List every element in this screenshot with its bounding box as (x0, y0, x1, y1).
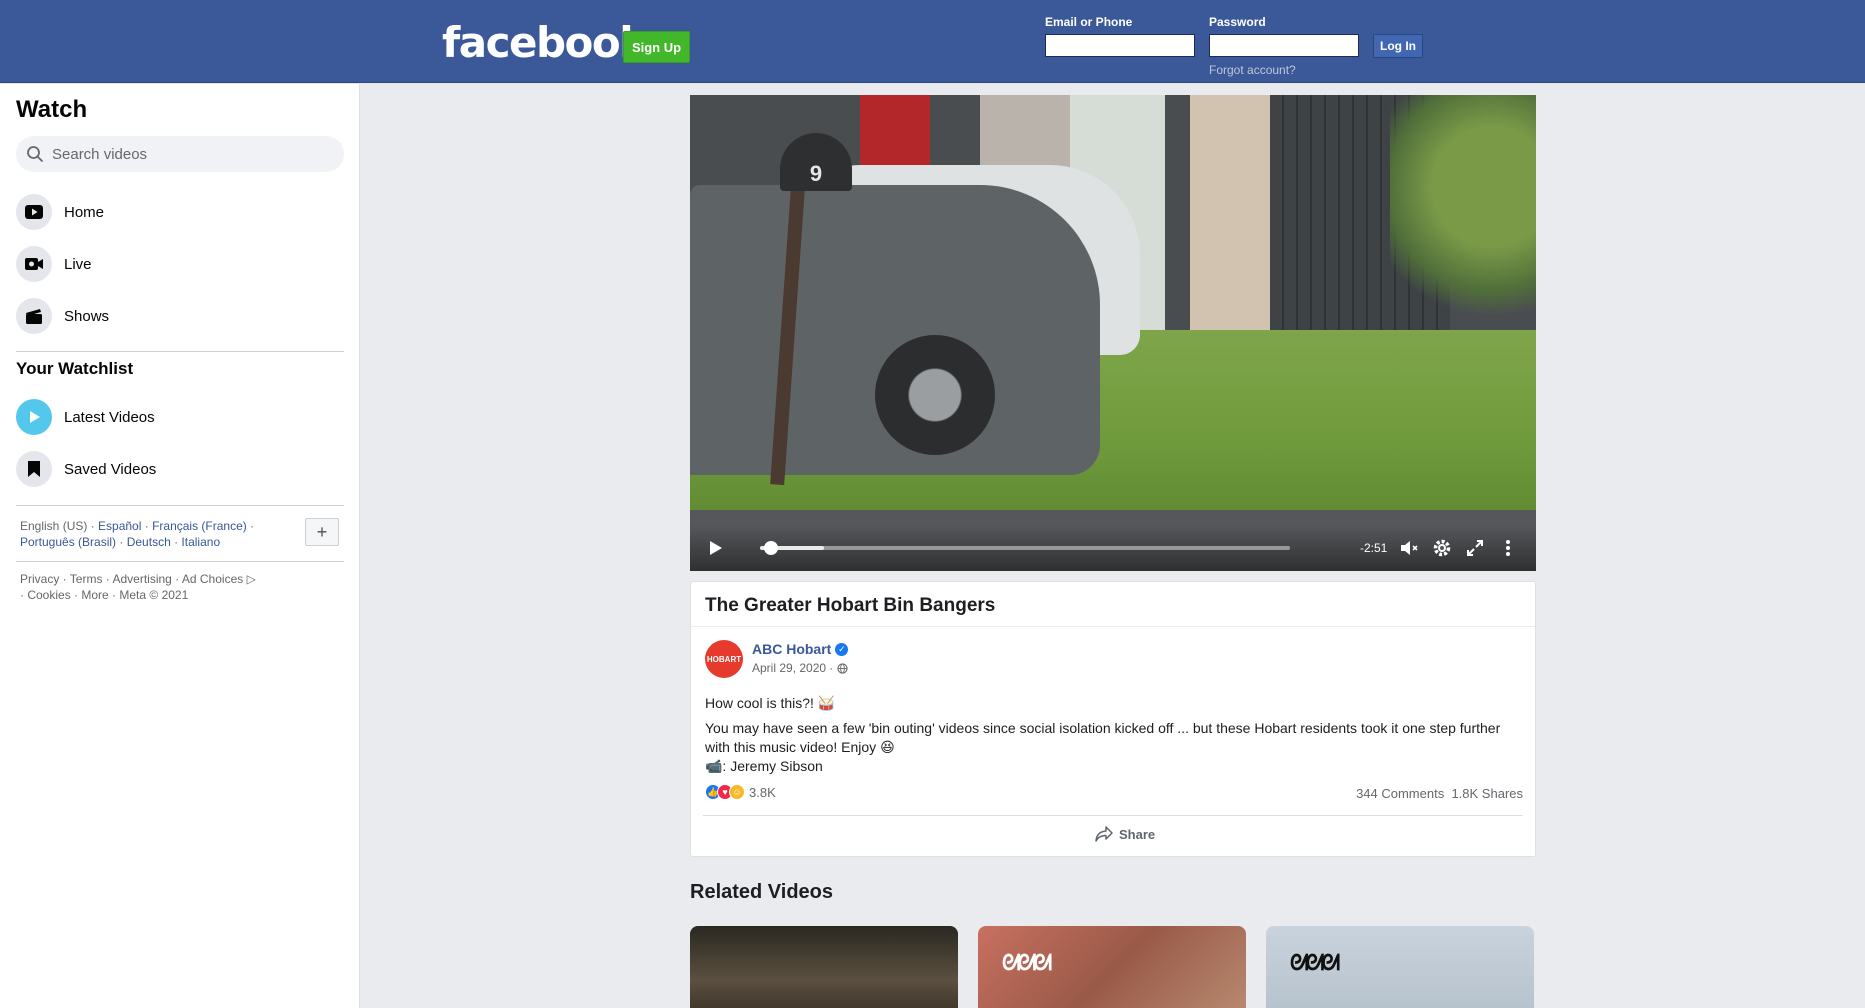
video-seek-bar[interactable] (760, 541, 1290, 555)
language-list: English (US) · Español · Français (Franc… (20, 519, 255, 549)
shares-count[interactable]: 1.8K Shares (1451, 786, 1523, 801)
post-text-line: How cool is this?! 🥁 (705, 695, 836, 711)
reaction-count: 3.8K (749, 784, 776, 800)
sidebar-title: Watch (16, 96, 88, 123)
sign-up-button[interactable]: Sign Up (623, 31, 690, 63)
sidebar-item-saved-videos[interactable]: Saved Videos (16, 447, 344, 491)
video-player[interactable]: 9 -2:51 (690, 95, 1536, 571)
video-post-card: The Greater Hobart Bin Bangers HOBART AB… (690, 581, 1536, 857)
abc-logo-icon: ᘛᘛᘛ (1002, 950, 1052, 975)
email-field[interactable] (1045, 34, 1195, 57)
more-languages-button[interactable]: + (305, 518, 339, 546)
abc-logo-icon: ᘛᘛᘛ (1290, 950, 1340, 975)
sidebar-item-label: Live (64, 255, 92, 273)
related-video-thumbnail[interactable]: ᘛᘛᘛ (978, 926, 1246, 1008)
watch-sidebar: Watch Search videos Home Live Shows Your… (0, 84, 360, 1008)
bookmark-icon (16, 451, 52, 487)
related-video-thumbnail[interactable]: ᘛᘛᘛ (1266, 926, 1534, 1008)
related-videos-heading: Related Videos (690, 881, 834, 903)
sidebar-item-label: Shows (64, 307, 110, 325)
footer-link[interactable]: Privacy (20, 572, 59, 586)
sidebar-divider (16, 351, 344, 352)
password-label: Password (1209, 15, 1266, 29)
watchlist-heading: Your Watchlist (16, 359, 134, 378)
footer-link[interactable]: Terms (70, 572, 103, 586)
fullscreen-icon[interactable] (1464, 537, 1486, 559)
language-link[interactable]: Italiano (181, 535, 220, 549)
language-link[interactable]: Español (98, 519, 141, 533)
play-video-icon (16, 194, 52, 230)
reactions-summary[interactable]: 👍 ♥ ☺ 3.8K (705, 784, 776, 800)
search-input[interactable]: Search videos (16, 136, 344, 172)
sidebar-item-home[interactable]: Home (16, 190, 344, 234)
sidebar-divider (16, 561, 344, 562)
search-icon (27, 146, 43, 162)
sidebar-item-label: Latest Videos (64, 408, 155, 426)
card-divider (691, 626, 1535, 627)
video-title: The Greater Hobart Bin Bangers (705, 595, 996, 616)
footer-links: Privacy · Terms · Advertising · Ad Choic… (20, 572, 256, 602)
video-seek-handle[interactable] (763, 541, 778, 555)
sidebar-item-live[interactable]: Live (16, 242, 344, 286)
post-timestamp[interactable]: April 29, 2020 · (752, 661, 848, 675)
page-name-link[interactable]: ABC Hobart ✓ (752, 641, 849, 657)
top-navigation-bar: facebook Sign Up Email or Phone Password… (0, 0, 1865, 83)
globe-icon (837, 662, 848, 674)
haha-reaction-icon: ☺ (729, 784, 745, 800)
footer-link[interactable]: Cookies (27, 588, 70, 602)
video-frame-panel (1190, 95, 1270, 335)
ad-choices-icon: ▷ (246, 572, 256, 586)
password-field[interactable] (1209, 34, 1359, 57)
sidebar-item-latest-videos[interactable]: Latest Videos (16, 395, 344, 439)
card-divider (703, 815, 1523, 816)
sidebar-item-label: Home (64, 203, 105, 221)
forgot-account-link[interactable]: Forgot account? (1209, 63, 1296, 77)
post-date[interactable]: April 29, 2020 (752, 661, 826, 675)
footer-link[interactable]: Advertising (112, 572, 171, 586)
post-stats: 344 Comments 1.8K Shares (1356, 786, 1523, 801)
sidebar-divider (16, 505, 344, 506)
mute-icon[interactable] (1398, 537, 1420, 559)
page-name[interactable]: ABC Hobart (752, 641, 831, 657)
share-button[interactable]: Share (1095, 826, 1155, 842)
facebook-logo[interactable]: facebook (442, 22, 647, 64)
more-options-icon[interactable] (1497, 537, 1519, 559)
email-label: Email or Phone (1045, 15, 1133, 29)
post-text-line: 📹: Jeremy Sibson (705, 758, 823, 774)
copyright: Meta © 2021 (119, 588, 189, 602)
current-language: English (US) (20, 519, 88, 533)
language-link[interactable]: Français (France) (152, 519, 247, 533)
footer-link[interactable]: More (81, 588, 108, 602)
language-link[interactable]: Deutsch (127, 535, 171, 549)
share-arrow-icon (1095, 826, 1113, 842)
language-link[interactable]: Português (Brasil) (20, 535, 116, 549)
verified-badge-icon: ✓ (835, 642, 849, 656)
related-video-thumbnail[interactable] (690, 926, 958, 1008)
video-frame-bush (1390, 95, 1536, 325)
clapperboard-icon (16, 298, 52, 334)
live-camera-icon (16, 246, 52, 282)
share-label: Share (1119, 826, 1156, 842)
post-text-line: You may have seen a few 'bin outing' vid… (705, 720, 1501, 755)
video-time-remaining: -2:51 (1360, 541, 1388, 555)
settings-gear-icon[interactable] (1431, 537, 1453, 559)
comments-count[interactable]: 344 Comments (1356, 786, 1444, 801)
sidebar-item-label: Saved Videos (64, 460, 157, 478)
footer-link[interactable]: Ad Choices (182, 572, 243, 586)
log-in-button[interactable]: Log In (1373, 34, 1423, 58)
search-placeholder: Search videos (52, 145, 148, 163)
page-avatar[interactable]: HOBART (705, 640, 743, 678)
video-frame-wheel (875, 335, 995, 455)
sidebar-item-shows[interactable]: Shows (16, 294, 344, 338)
play-icon[interactable] (704, 537, 726, 559)
play-circle-icon (16, 399, 52, 435)
